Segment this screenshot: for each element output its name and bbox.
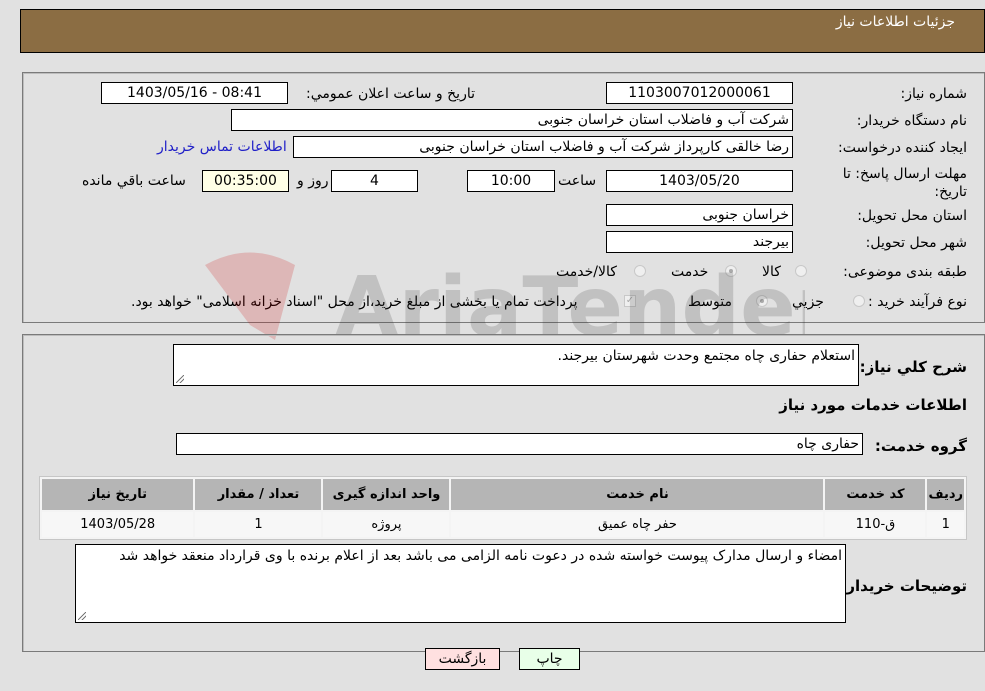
process-option-medium: متوسط [688,294,732,310]
page-title: جزئیات اطلاعات نیاز [835,14,955,30]
province-label: استان محل تحویل: [857,208,967,224]
cell-service-code: ق-110 [825,512,926,537]
deadline-label: مهلت ارسال پاسخ: تا تاریخ: [842,166,967,200]
announce-date-field[interactable]: 1403/05/16 - 08:41 [101,82,288,104]
category-radio-goods[interactable] [795,265,807,277]
category-option-service: خدمت [671,264,709,280]
process-radio-medium[interactable] [756,295,768,307]
category-radio-service[interactable] [725,265,737,277]
col-need-date: تاریخ نیاز [42,479,194,510]
process-label: نوع فرآیند خرید : [868,294,967,310]
service-group-label: گروه خدمت: [874,437,967,455]
table-row: 1 ق-110 حفر چاه عمیق پروژه 1 1403/05/28 [42,512,964,537]
treasury-checkbox-label: پرداخت تمام یا بخشی از مبلغ خرید،از محل … [131,294,578,310]
city-label: شهر محل تحویل: [865,235,967,251]
resize-grip-icon[interactable] [176,375,184,383]
deadline-date-field[interactable]: 1403/05/20 [606,170,793,192]
col-row-number: ردیف [927,479,964,510]
description-textarea[interactable]: استعلام حفاری چاه مجتمع وحدت شهرستان بیر… [173,344,859,386]
buyer-notes-textarea[interactable]: امضاء و ارسال مدارک پیوست خواسته شده در … [75,544,846,623]
cell-unit: پروژه [323,512,450,537]
col-quantity: تعداد / مقدار [195,479,322,510]
treasury-checkbox[interactable]: ✓ [624,295,636,307]
process-option-minor: جزيي [792,294,824,310]
days-label: روز و [297,173,329,189]
buyer-org-field[interactable]: شرکت آب و فاضلاب استان خراسان جنوبی [231,109,793,131]
category-option-goods: کالا [762,264,781,280]
table-header-row: ردیف کد خدمت نام خدمت واحد اندازه گیری ت… [42,479,964,510]
service-group-field[interactable]: حفاری چاه [176,433,863,455]
category-label: طبقه بندی موضوعی: [843,264,967,280]
need-number-label: شماره نیاز: [900,86,968,102]
buyer-notes-label: توضیحات خریدار: [840,577,967,595]
description-label: شرح کلي نیاز: [859,358,967,376]
process-radio-minor[interactable] [853,295,865,307]
category-option-goods-service: کالا/خدمت [556,264,617,280]
services-heading: اطلاعات خدمات مورد نیاز [779,396,967,414]
announce-date-label: تاریخ و ساعت اعلان عمومي: [306,86,475,102]
cell-service-name: حفر چاه عمیق [451,512,824,537]
deadline-time-field[interactable]: 10:00 [467,170,555,192]
back-button[interactable]: بازگشت [425,648,500,670]
need-number-field[interactable]: 1103007012000061 [606,82,793,104]
buyer-org-label: نام دستگاه خریدار: [856,113,967,129]
province-field[interactable]: خراسان جنوبی [606,204,793,226]
print-button[interactable]: چاپ [519,648,580,670]
cell-quantity: 1 [195,512,322,537]
cell-row-number: 1 [927,512,964,537]
city-field[interactable]: بیرجند [606,231,793,253]
creator-field[interactable]: رضا خالقی کارپرداز شرکت آب و فاضلاب استا… [293,136,793,158]
resize-grip-icon[interactable] [78,612,86,620]
col-service-code: کد خدمت [825,479,926,510]
remaining-time-label: ساعت باقي مانده [82,173,186,189]
col-service-name: نام خدمت [451,479,824,510]
category-radio-goods-service[interactable] [634,265,646,277]
buyer-contact-link[interactable]: اطلاعات تماس خریدار [157,139,287,155]
days-remaining-field[interactable]: 4 [331,170,418,192]
description-text: استعلام حفاری چاه مجتمع وحدت شهرستان بیر… [557,348,855,364]
services-table: ردیف کد خدمت نام خدمت واحد اندازه گیری ت… [39,476,967,540]
creator-label: ایجاد کننده درخواست: [838,140,967,156]
buyer-notes-text: امضاء و ارسال مدارک پیوست خواسته شده در … [119,548,842,564]
cell-need-date: 1403/05/28 [42,512,194,537]
deadline-time-label: ساعت [558,173,597,189]
col-unit: واحد اندازه گیری [323,479,450,510]
remaining-time-field[interactable]: 00:35:00 [202,170,289,192]
